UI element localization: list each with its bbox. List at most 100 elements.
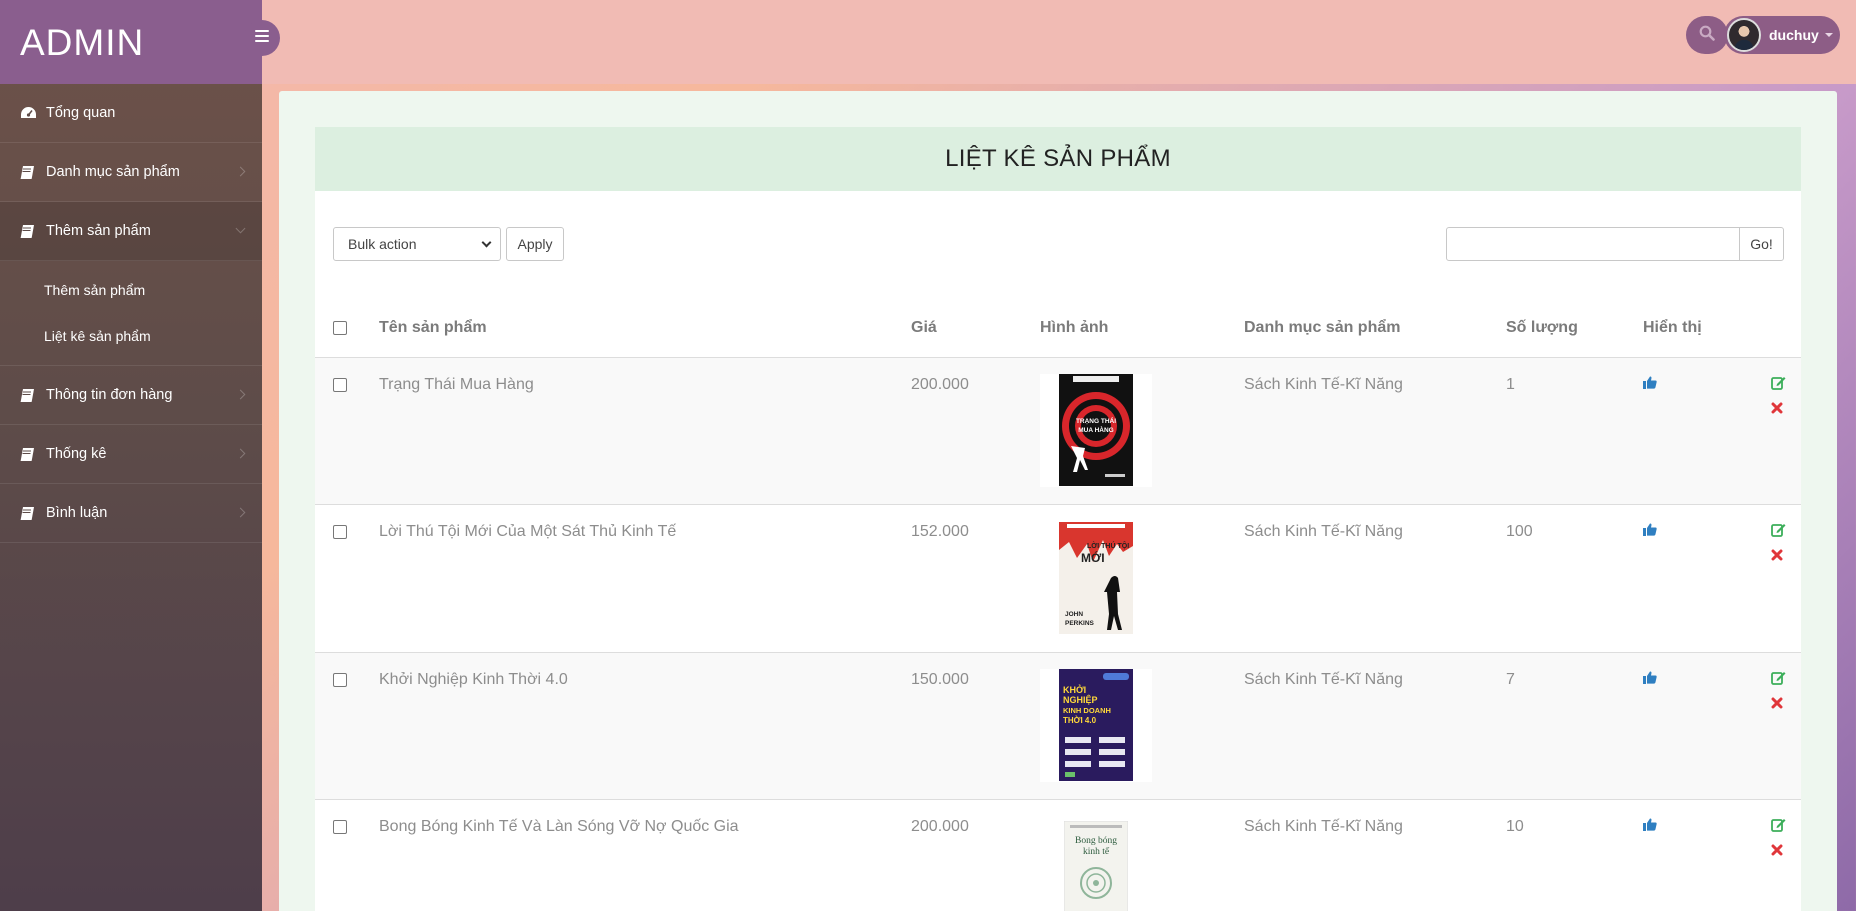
delete-icon[interactable] xyxy=(1771,548,1801,566)
product-image: KHỞI NGHIỆP KINH DOANH THỜI 4.0 xyxy=(1040,668,1152,782)
sidebar-item-categories[interactable]: Danh mục sản phẩm xyxy=(0,143,262,202)
menu-toggle-button[interactable] xyxy=(244,20,280,56)
svg-text:MUA HÀNG: MUA HÀNG xyxy=(1078,425,1114,434)
sidebar: ADMIN Tổng quan Danh mục sản phẩm Thêm s… xyxy=(0,0,280,911)
row-actions xyxy=(1771,818,1801,861)
sidebar-item-comments[interactable]: Bình luận xyxy=(0,484,262,543)
bulk-action-select[interactable]: Bulk action xyxy=(333,227,501,261)
product-price: 200.000 xyxy=(911,357,1040,505)
column-header[interactable]: Hiển thị xyxy=(1643,299,1767,358)
product-category: Sách Kinh Tế-Kĩ Năng xyxy=(1244,652,1506,800)
sidebar-item-orders[interactable]: Thông tin đơn hàng xyxy=(0,366,262,425)
column-header[interactable]: Giá xyxy=(911,299,1040,358)
product-category: Sách Kinh Tế-Kĩ Năng xyxy=(1244,357,1506,505)
table-row: Trạng Thái Mua Hàng 200.000 TRẠNG THÁI M… xyxy=(315,357,1801,505)
row-actions xyxy=(1771,671,1801,714)
brand-logo[interactable]: ADMIN xyxy=(20,22,144,64)
sidebar-item-overview[interactable]: Tổng quan xyxy=(0,84,262,143)
edit-icon[interactable] xyxy=(1771,671,1801,690)
table-row: Lời Thú Tội Mới Của Một Sát Thủ Kinh Tế … xyxy=(315,504,1801,653)
sidebar-item-statistics[interactable]: Thống kê xyxy=(0,425,262,484)
apply-button[interactable]: Apply xyxy=(506,227,564,261)
product-image: Bong bóng kinh tế MICHAEL LEWIS xyxy=(1040,816,1152,911)
table-header-row: Tên sản phẩm Giá Hình ảnh Danh mục sản p… xyxy=(315,299,1801,358)
hamburger-icon xyxy=(255,29,269,47)
svg-text:TRẠNG THÁI: TRẠNG THÁI xyxy=(1076,416,1116,425)
thumbs-up-icon[interactable] xyxy=(1643,670,1657,688)
book-icon xyxy=(20,224,42,239)
row-checkbox[interactable] xyxy=(333,672,347,687)
search-icon xyxy=(1699,25,1715,46)
search-button[interactable] xyxy=(1686,16,1728,54)
user-menu-button[interactable]: duchuy xyxy=(1724,16,1840,54)
product-image: LỜI THÚ TỘI MỚI JOHN PERKINS xyxy=(1040,521,1152,634)
submenu-item-list-products[interactable]: Liệt kê sản phẩm xyxy=(0,313,262,359)
go-button[interactable]: Go! xyxy=(1739,227,1784,261)
product-quantity: 10 xyxy=(1506,799,1643,911)
edit-icon[interactable] xyxy=(1771,818,1801,837)
row-checkbox[interactable] xyxy=(333,377,347,392)
svg-text:LỜI THÚ TỘI: LỜI THÚ TỘI xyxy=(1087,541,1129,550)
search-input[interactable] xyxy=(1446,227,1740,261)
product-price: 200.000 xyxy=(911,799,1040,911)
row-actions xyxy=(1771,376,1801,419)
product-image: TRẠNG THÁI MUA HÀNG xyxy=(1040,373,1152,487)
svg-text:THỜI 4.0: THỜI 4.0 xyxy=(1063,716,1097,725)
submenu-item-add-product[interactable]: Thêm sản phẩm xyxy=(0,267,262,313)
product-name: Trạng Thái Mua Hàng xyxy=(379,357,911,505)
toolbar: Bulk action Apply Go! xyxy=(315,191,1801,299)
chevron-down-icon xyxy=(481,237,492,248)
svg-text:KHỞI: KHỞI xyxy=(1063,684,1086,695)
row-actions xyxy=(1771,523,1801,566)
book-icon xyxy=(20,447,42,462)
svg-text:MỚI: MỚI xyxy=(1081,550,1105,565)
brand-bar: ADMIN xyxy=(0,0,280,84)
select-all-checkbox[interactable] xyxy=(333,320,347,335)
product-category: Sách Kinh Tế-Kĩ Năng xyxy=(1244,504,1506,653)
svg-text:NGHIỆP: NGHIỆP xyxy=(1063,694,1098,705)
chevron-right-icon xyxy=(235,448,246,459)
avatar xyxy=(1727,18,1761,52)
chevron-right-icon xyxy=(235,389,246,400)
book-icon xyxy=(20,506,42,521)
table-row: Bong Bóng Kinh Tế Và Làn Sóng Vỡ Nợ Quốc… xyxy=(315,799,1801,911)
thumbs-up-icon[interactable] xyxy=(1643,375,1657,393)
delete-icon[interactable] xyxy=(1771,696,1801,714)
product-price: 152.000 xyxy=(911,504,1040,653)
book-icon xyxy=(20,388,42,403)
sidebar-item-add-product[interactable]: Thêm sản phẩm xyxy=(0,202,262,261)
sidebar-item-label: Thêm sản phẩm xyxy=(46,223,151,239)
row-checkbox[interactable] xyxy=(333,820,347,834)
product-name: Khởi Nghiệp Kinh Thời 4.0 xyxy=(379,652,911,800)
column-header[interactable]: Danh mục sản phẩm xyxy=(1244,299,1506,358)
column-header[interactable]: Số lượng xyxy=(1506,299,1643,358)
chevron-down-icon xyxy=(235,223,246,234)
thumbs-up-icon[interactable] xyxy=(1643,818,1657,835)
chevron-right-icon xyxy=(235,507,246,518)
sidebar-item-label: Danh mục sản phẩm xyxy=(46,164,180,180)
dashboard-icon xyxy=(20,106,42,120)
delete-icon[interactable] xyxy=(1771,401,1801,419)
edit-icon[interactable] xyxy=(1771,376,1801,395)
column-header[interactable]: Tên sản phẩm xyxy=(379,299,911,358)
sidebar-item-label: Bình luận xyxy=(46,505,108,521)
chevron-right-icon xyxy=(235,166,246,177)
submenu: Thêm sản phẩm Liệt kê sản phẩm xyxy=(0,261,262,366)
content-panel: LIỆT KÊ SẢN PHẨM Bulk action Apply Go! T… xyxy=(279,91,1837,911)
product-list-card: LIỆT KÊ SẢN PHẨM Bulk action Apply Go! T… xyxy=(315,127,1801,911)
product-name: Lời Thú Tội Mới Của Một Sát Thủ Kinh Tế xyxy=(379,504,911,653)
table-row: Khởi Nghiệp Kinh Thời 4.0 150.000 KHỞI N… xyxy=(315,652,1801,800)
svg-text:JOHN: JOHN xyxy=(1065,611,1083,618)
column-header[interactable]: Hình ảnh xyxy=(1040,299,1244,358)
row-checkbox[interactable] xyxy=(333,525,347,539)
svg-text:Bong bóng: Bong bóng xyxy=(1075,836,1117,846)
product-price: 150.000 xyxy=(911,652,1040,800)
svg-text:PERKINS: PERKINS xyxy=(1065,620,1095,627)
sidebar-item-label: Thông tin đơn hàng xyxy=(46,387,173,403)
thumbs-up-icon[interactable] xyxy=(1643,523,1657,540)
edit-icon[interactable] xyxy=(1771,523,1801,542)
product-category: Sách Kinh Tế-Kĩ Năng xyxy=(1244,799,1506,911)
username: duchuy xyxy=(1769,27,1819,43)
delete-icon[interactable] xyxy=(1771,843,1801,861)
bulk-action-value: Bulk action xyxy=(348,236,417,252)
